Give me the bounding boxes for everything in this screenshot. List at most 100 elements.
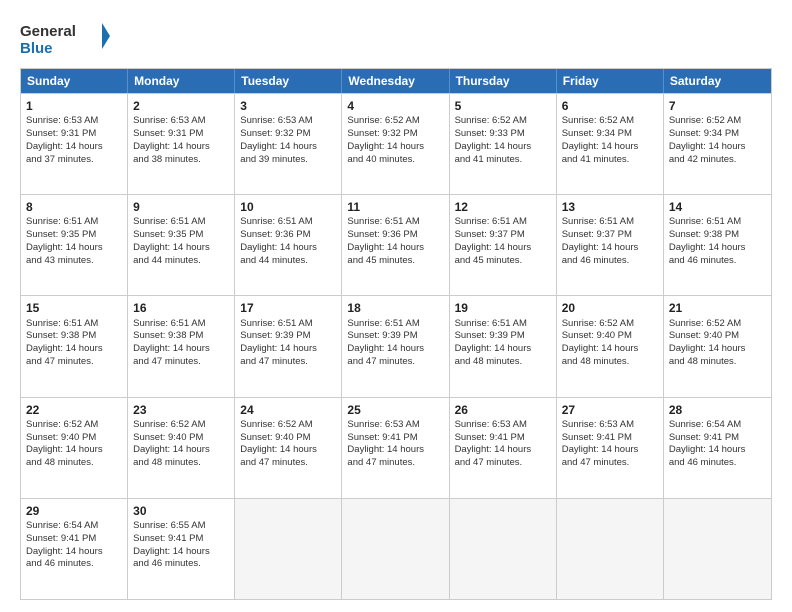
day-info: and 38 minutes. <box>133 154 229 167</box>
day-info: Sunrise: 6:53 AM <box>26 115 122 128</box>
day-info: Daylight: 14 hours <box>669 444 766 457</box>
day-info: Daylight: 14 hours <box>133 141 229 154</box>
day-info: and 39 minutes. <box>240 154 336 167</box>
calendar: SundayMondayTuesdayWednesdayThursdayFrid… <box>20 68 772 600</box>
day-info: Sunset: 9:40 PM <box>669 330 766 343</box>
day-info: Sunrise: 6:52 AM <box>562 318 658 331</box>
empty-cell <box>342 499 449 599</box>
day-number: 12 <box>455 199 551 215</box>
day-info: Sunset: 9:32 PM <box>240 128 336 141</box>
day-info: and 47 minutes. <box>562 457 658 470</box>
day-info: and 44 minutes. <box>240 255 336 268</box>
day-info: Sunset: 9:31 PM <box>133 128 229 141</box>
day-info: and 48 minutes. <box>455 356 551 369</box>
day-number: 21 <box>669 300 766 316</box>
day-cell-4: 4Sunrise: 6:52 AMSunset: 9:32 PMDaylight… <box>342 94 449 194</box>
empty-cell <box>557 499 664 599</box>
day-info: and 46 minutes. <box>562 255 658 268</box>
day-info: and 40 minutes. <box>347 154 443 167</box>
day-number: 9 <box>133 199 229 215</box>
day-info: and 37 minutes. <box>26 154 122 167</box>
day-cell-26: 26Sunrise: 6:53 AMSunset: 9:41 PMDayligh… <box>450 398 557 498</box>
day-info: Sunset: 9:39 PM <box>455 330 551 343</box>
day-number: 27 <box>562 402 658 418</box>
day-cell-6: 6Sunrise: 6:52 AMSunset: 9:34 PMDaylight… <box>557 94 664 194</box>
day-info: and 48 minutes. <box>562 356 658 369</box>
day-info: and 43 minutes. <box>26 255 122 268</box>
day-info: Daylight: 14 hours <box>26 444 122 457</box>
day-info: and 48 minutes. <box>133 457 229 470</box>
day-info: Sunrise: 6:51 AM <box>455 318 551 331</box>
day-number: 15 <box>26 300 122 316</box>
day-info: Sunset: 9:40 PM <box>240 432 336 445</box>
day-number: 23 <box>133 402 229 418</box>
day-number: 8 <box>26 199 122 215</box>
day-info: Sunset: 9:36 PM <box>347 229 443 242</box>
day-cell-10: 10Sunrise: 6:51 AMSunset: 9:36 PMDayligh… <box>235 195 342 295</box>
day-cell-3: 3Sunrise: 6:53 AMSunset: 9:32 PMDaylight… <box>235 94 342 194</box>
day-info: Daylight: 14 hours <box>455 141 551 154</box>
calendar-row: 8Sunrise: 6:51 AMSunset: 9:35 PMDaylight… <box>21 194 771 295</box>
day-cell-30: 30Sunrise: 6:55 AMSunset: 9:41 PMDayligh… <box>128 499 235 599</box>
day-cell-2: 2Sunrise: 6:53 AMSunset: 9:31 PMDaylight… <box>128 94 235 194</box>
day-cell-20: 20Sunrise: 6:52 AMSunset: 9:40 PMDayligh… <box>557 296 664 396</box>
day-number: 16 <box>133 300 229 316</box>
day-info: Sunrise: 6:51 AM <box>347 216 443 229</box>
day-info: and 45 minutes. <box>455 255 551 268</box>
day-cell-23: 23Sunrise: 6:52 AMSunset: 9:40 PMDayligh… <box>128 398 235 498</box>
day-number: 19 <box>455 300 551 316</box>
day-info: Daylight: 14 hours <box>133 546 229 559</box>
day-info: Sunrise: 6:51 AM <box>133 216 229 229</box>
day-info: Sunset: 9:41 PM <box>347 432 443 445</box>
day-number: 18 <box>347 300 443 316</box>
day-info: Daylight: 14 hours <box>347 242 443 255</box>
day-info: and 46 minutes. <box>26 558 122 571</box>
day-info: Daylight: 14 hours <box>347 444 443 457</box>
day-info: Sunrise: 6:51 AM <box>455 216 551 229</box>
day-info: Sunrise: 6:53 AM <box>133 115 229 128</box>
day-number: 24 <box>240 402 336 418</box>
day-info: Daylight: 14 hours <box>562 141 658 154</box>
day-number: 30 <box>133 503 229 519</box>
day-info: Sunrise: 6:54 AM <box>669 419 766 432</box>
day-cell-18: 18Sunrise: 6:51 AMSunset: 9:39 PMDayligh… <box>342 296 449 396</box>
day-number: 1 <box>26 98 122 114</box>
header-cell-friday: Friday <box>557 69 664 93</box>
day-info: Sunrise: 6:52 AM <box>133 419 229 432</box>
day-number: 28 <box>669 402 766 418</box>
day-info: and 46 minutes. <box>133 558 229 571</box>
day-info: Sunrise: 6:54 AM <box>26 520 122 533</box>
day-info: Daylight: 14 hours <box>133 242 229 255</box>
day-info: Sunset: 9:41 PM <box>455 432 551 445</box>
svg-text:Blue: Blue <box>20 40 53 57</box>
day-info: and 47 minutes. <box>133 356 229 369</box>
header-cell-wednesday: Wednesday <box>342 69 449 93</box>
day-info: Sunrise: 6:51 AM <box>240 318 336 331</box>
day-info: Sunrise: 6:52 AM <box>240 419 336 432</box>
general-blue-icon: General Blue <box>20 18 110 58</box>
day-info: Sunset: 9:40 PM <box>562 330 658 343</box>
calendar-row: 22Sunrise: 6:52 AMSunset: 9:40 PMDayligh… <box>21 397 771 498</box>
day-info: Sunset: 9:31 PM <box>26 128 122 141</box>
day-number: 4 <box>347 98 443 114</box>
calendar-header: SundayMondayTuesdayWednesdayThursdayFrid… <box>21 69 771 93</box>
day-number: 3 <box>240 98 336 114</box>
day-cell-7: 7Sunrise: 6:52 AMSunset: 9:34 PMDaylight… <box>664 94 771 194</box>
day-info: Sunrise: 6:53 AM <box>240 115 336 128</box>
day-info: Sunset: 9:35 PM <box>133 229 229 242</box>
day-info: Daylight: 14 hours <box>240 343 336 356</box>
day-info: Sunset: 9:33 PM <box>455 128 551 141</box>
header-cell-thursday: Thursday <box>450 69 557 93</box>
day-info: Sunrise: 6:53 AM <box>455 419 551 432</box>
day-number: 14 <box>669 199 766 215</box>
day-info: and 47 minutes. <box>26 356 122 369</box>
day-info: Daylight: 14 hours <box>240 141 336 154</box>
day-number: 29 <box>26 503 122 519</box>
day-cell-8: 8Sunrise: 6:51 AMSunset: 9:35 PMDaylight… <box>21 195 128 295</box>
day-info: Daylight: 14 hours <box>669 141 766 154</box>
day-info: Daylight: 14 hours <box>455 242 551 255</box>
day-info: and 44 minutes. <box>133 255 229 268</box>
day-info: Sunrise: 6:51 AM <box>133 318 229 331</box>
header-cell-tuesday: Tuesday <box>235 69 342 93</box>
calendar-row: 15Sunrise: 6:51 AMSunset: 9:38 PMDayligh… <box>21 295 771 396</box>
